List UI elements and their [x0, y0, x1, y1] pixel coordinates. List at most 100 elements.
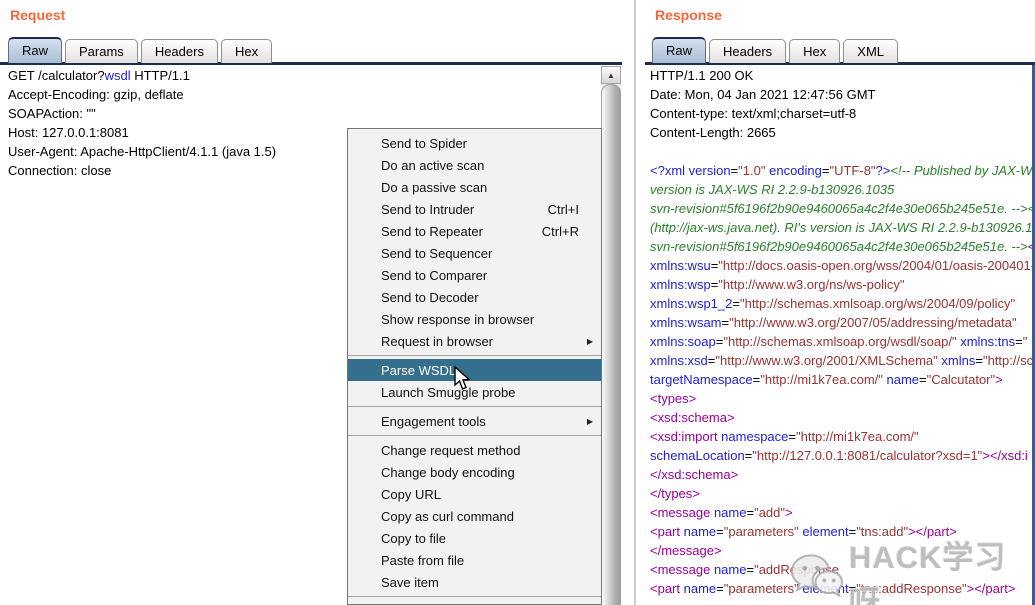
response-line: <message name="addResponse	[650, 562, 839, 577]
request-tab-params[interactable]: Params	[65, 39, 138, 63]
menu-item-label: Copy to file	[381, 530, 447, 546]
menu-item-shortcut: Ctrl+I	[547, 201, 579, 217]
menu-item-show-response-in-browser[interactable]: Show response in browser	[348, 308, 601, 330]
response-line: <message name="add">	[650, 505, 793, 520]
menu-item-paste-from-file[interactable]: Paste from file	[348, 549, 601, 571]
menu-separator	[348, 596, 601, 597]
menu-item-request-in-browser[interactable]: Request in browser ▶	[348, 330, 601, 352]
request-line: GET /calculator?wsdl HTTP/1.1	[8, 68, 190, 83]
response-line: <?xml version="1.0" encoding="UTF-8"?><!…	[650, 163, 1033, 178]
request-tabs: Raw Params Headers Hex	[8, 37, 273, 63]
menu-item-copy-to-file[interactable]: Copy to file	[348, 527, 601, 549]
response-line: version is JAX-WS RI 2.2.9-b130926.1035	[650, 182, 895, 197]
submenu-arrow-icon: ▶	[586, 336, 593, 346]
up-arrow-icon: ▲	[607, 70, 615, 80]
panel-divider	[634, 0, 636, 605]
menu-item-copy-as-curl-command[interactable]: Copy as curl command	[348, 505, 601, 527]
request-line: SOAPAction: ""	[8, 106, 96, 121]
menu-item-label: Send to Intruder	[381, 201, 475, 217]
menu-item-shortcut: Ctrl+R	[541, 223, 579, 239]
response-line: xmlns:soap="http://schemas.xmlsoap.org/w…	[650, 334, 1028, 349]
response-line: Content-Length: 2665	[650, 125, 776, 140]
request-tab-raw[interactable]: Raw	[8, 37, 63, 63]
menu-item-launch-smuggle-probe[interactable]: Launch Smuggle probe	[348, 381, 601, 403]
request-panel-title: Request	[10, 7, 66, 23]
response-line: svn-revision#5f6196f2b90e9460065a4c2f4e3…	[650, 239, 1035, 254]
menu-item-send-to-decoder[interactable]: Send to Decoder	[348, 286, 601, 308]
response-line: targetNamespace="http://mi1k7ea.com/" na…	[650, 372, 1003, 387]
menu-item-label: Request in browser	[381, 333, 493, 349]
menu-item-label: Copy URL	[381, 486, 441, 502]
menu-item-label: Change request method	[381, 442, 521, 458]
response-tab-headers[interactable]: Headers	[709, 39, 787, 63]
response-line: Content-type: text/xml;charset=utf-8	[650, 106, 857, 121]
request-tab-hex[interactable]: Hex	[220, 39, 273, 63]
menu-item-send-to-comparer[interactable]: Send to Comparer	[348, 264, 601, 286]
menu-item-copy-url[interactable]: Copy URL	[348, 483, 601, 505]
request-scrollbar[interactable]: ▲	[601, 66, 621, 605]
response-line: xmlns:wsu="http://docs.oasis-open.org/ws…	[650, 258, 1035, 273]
response-tab-raw[interactable]: Raw	[652, 37, 707, 63]
menu-separator	[348, 406, 601, 407]
response-line: xmlns:wsp="http://www.w3.org/ns/ws-polic…	[650, 277, 905, 292]
menu-separator	[348, 355, 601, 356]
menu-item-label: Paste from file	[381, 552, 465, 568]
menu-separator	[348, 435, 601, 436]
menu-item-send-to-sequencer[interactable]: Send to Sequencer	[348, 242, 601, 264]
menu-item-label: Do an active scan	[381, 157, 485, 173]
response-line: xmlns:wsam="http://www.w3.org/2007/05/ad…	[650, 315, 1017, 330]
request-line: Accept-Encoding: gzip, deflate	[8, 87, 184, 102]
response-line: xmlns:wsp1_2="http://schemas.xmlsoap.org…	[650, 296, 1016, 311]
menu-item-send-to-intruder[interactable]: Send to Intruder Ctrl+I	[348, 198, 601, 220]
menu-item-label: Launch Smuggle probe	[381, 384, 516, 400]
context-menu: Send to Spider Do an active scan Do a pass…	[347, 128, 602, 605]
response-editor[interactable]: HTTP/1.1 200 OK Date: Mon, 04 Jan 2021 12…	[650, 66, 1035, 598]
menu-item-label: Show response in browser	[381, 311, 535, 327]
response-line: (http://jax-ws.java.net). RI's version i…	[650, 220, 1033, 235]
response-tab-xml[interactable]: XML	[843, 39, 899, 63]
scroll-up-button[interactable]: ▲	[601, 66, 621, 84]
menu-item-label: Save item	[381, 574, 439, 590]
response-line: <xsd:import namespace="http://mi1k7ea.co…	[650, 429, 919, 444]
response-panel-title: Response	[655, 7, 722, 23]
menu-item-label: Send to Sequencer	[381, 245, 493, 261]
request-tab-headers[interactable]: Headers	[140, 39, 218, 63]
request-line: User-Agent: Apache-HttpClient/4.1.1 (jav…	[8, 144, 277, 159]
menu-item-change-body-encoding[interactable]: Change body encoding	[348, 461, 601, 483]
menu-item-label: Change body encoding	[381, 464, 515, 480]
menu-item-label: Parse WSDL	[381, 362, 457, 378]
submenu-arrow-icon: ▶	[586, 416, 593, 426]
menu-item-change-request-method[interactable]: Change request method	[348, 439, 601, 461]
response-line: <xsd:schema>	[650, 410, 735, 425]
response-line: schemaLocation="http://127.0.0.1:8081/ca…	[650, 448, 1028, 463]
response-tabs: Raw Headers Hex XML	[652, 37, 899, 63]
response-line	[650, 142, 1035, 161]
menu-item-label: Do a passive scan	[381, 179, 488, 195]
menu-item-label: Engagement tools	[381, 413, 486, 429]
response-line: <types>	[650, 391, 697, 406]
menu-item-do-an-active-scan[interactable]: Do an active scan	[348, 154, 601, 176]
request-editor[interactable]: GET /calculator?wsdl HTTP/1.1 Accept-Enco…	[8, 66, 276, 180]
menu-item-label: Send to Spider	[381, 135, 468, 151]
menu-item-send-to-spider[interactable]: Send to Spider	[348, 132, 601, 154]
response-tab-hex[interactable]: Hex	[789, 39, 841, 63]
response-line: <part name="parameters" element="tns:add…	[650, 524, 957, 539]
menu-item-engagement-tools[interactable]: Engagement tools ▶	[348, 410, 601, 432]
menu-item-save-item[interactable]: Save item	[348, 571, 601, 593]
request-line: Connection: close	[8, 163, 112, 178]
menu-item-send-to-repeater[interactable]: Send to Repeater Ctrl+R	[348, 220, 601, 242]
request-scrollbar-thumb[interactable]	[601, 84, 621, 605]
menu-item-do-a-passive-scan[interactable]: Do a passive scan	[348, 176, 601, 198]
response-line: xmlns:xsd="http://www.w3.org/2001/XMLSch…	[650, 353, 1034, 368]
response-line: </message>	[650, 543, 722, 558]
response-line: Date: Mon, 04 Jan 2021 12:47:56 GMT	[650, 87, 876, 102]
menu-item-label: Send to Decoder	[381, 289, 479, 305]
response-line: <part name="parameters" element="tns:add…	[650, 581, 1016, 596]
request-line: Host: 127.0.0.1:8081	[8, 125, 129, 140]
response-line: svn-revision#5f6196f2b90e9460065a4c2f4e3…	[650, 201, 1035, 216]
menu-item-parse-wsdl[interactable]: Parse WSDL	[348, 359, 601, 381]
menu-item-label: Copy as curl command	[381, 508, 514, 524]
response-line: </types>	[650, 486, 700, 501]
response-line: HTTP/1.1 200 OK	[650, 68, 754, 83]
response-line: </xsd:schema>	[650, 467, 739, 482]
